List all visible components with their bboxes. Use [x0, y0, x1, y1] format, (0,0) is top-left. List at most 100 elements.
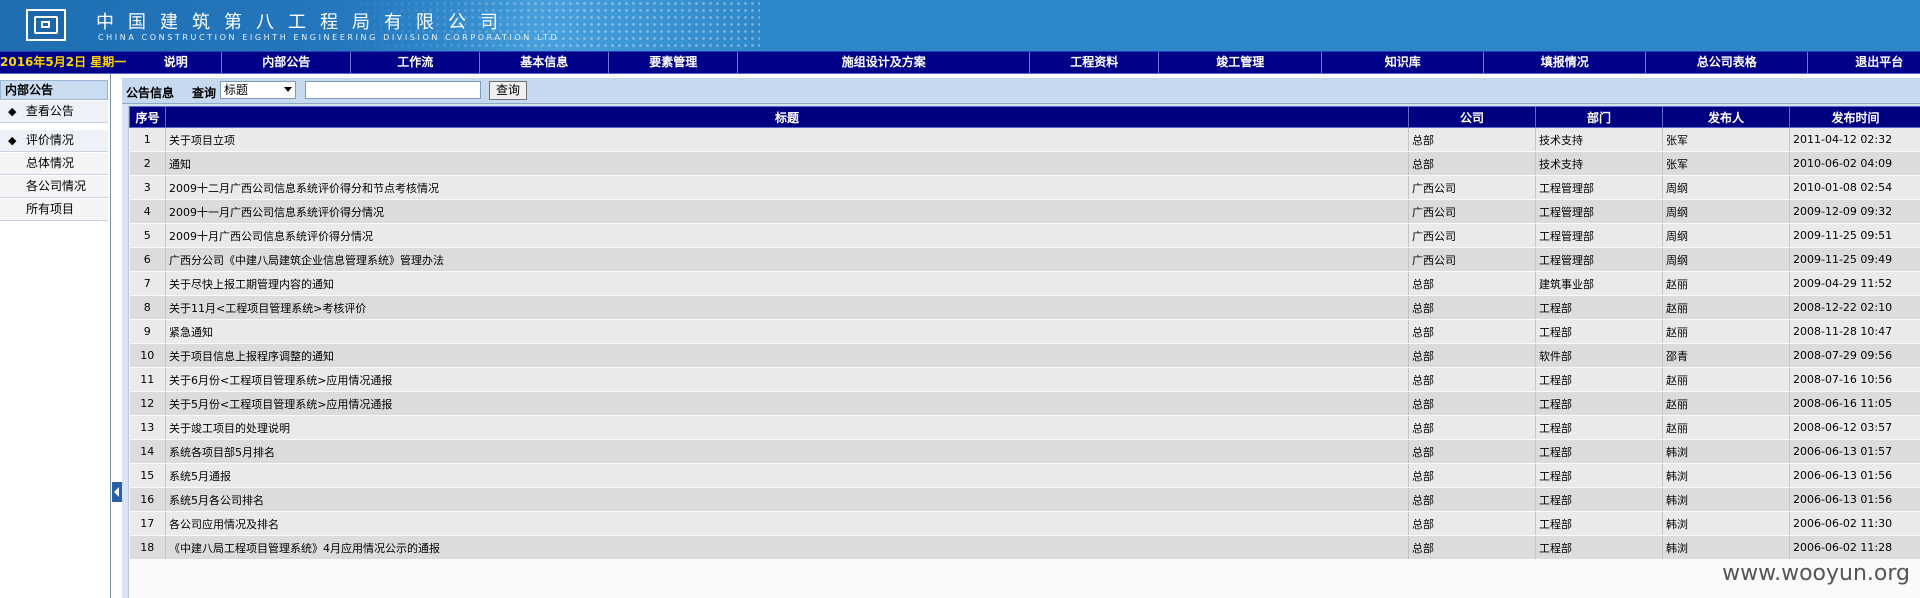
- nav-item-internal-notices[interactable]: 内部公告: [221, 52, 350, 73]
- cell-time: 2009-04-29 11:52: [1789, 271, 1920, 296]
- nav-item-completion[interactable]: 竣工管理: [1158, 52, 1321, 73]
- sidebar-item-overall[interactable]: 总体情况: [0, 153, 108, 175]
- notice-title-link[interactable]: 关于5月份<工程项目管理系统>应用情况通报: [169, 398, 392, 411]
- cell-time: 2009-12-09 09:32: [1789, 199, 1920, 224]
- cell-company: 广西公司: [1408, 175, 1536, 200]
- notice-title-link[interactable]: 关于项目立项: [169, 134, 235, 147]
- table-row: 8 关于11月<工程项目管理系统>考核评价 总部 工程部 赵丽 2008-12-22 02…: [129, 295, 1920, 320]
- notice-title-link[interactable]: 关于6月份<工程项目管理系统>应用情况通报: [169, 374, 392, 387]
- search-field-select[interactable]: 标题: [220, 81, 296, 99]
- search-button[interactable]: 查询: [489, 81, 527, 100]
- cell-publisher: 赵丽: [1662, 271, 1790, 296]
- cell-title: 2009十二月广西公司信息系统评价得分和节点考核情况: [165, 175, 1409, 200]
- cell-publisher: 韩浏: [1662, 535, 1790, 560]
- notice-title-link[interactable]: 系统5月通报: [169, 470, 231, 483]
- cell-department: 建筑事业部: [1535, 271, 1663, 296]
- table-row: 6 广西分公司《中建八局建筑企业信息管理系统》管理办法 广西公司 工程管理部 周纲 200…: [129, 247, 1920, 272]
- header-banner: 中国建筑第八工程局有限公司 CHINA CONSTRUCTION EIGHTH …: [0, 0, 1920, 51]
- sidebar-splitter[interactable]: [110, 74, 111, 598]
- notice-title-link[interactable]: 各公司应用情况及排名: [169, 518, 279, 531]
- column-header-company: 公司: [1408, 106, 1536, 128]
- cell-time: 2008-11-28 10:47: [1789, 319, 1920, 344]
- table-row: 3 2009十二月广西公司信息系统评价得分和节点考核情况 广西公司 工程管理部 周纲 20…: [129, 175, 1920, 200]
- cell-index: 3: [129, 175, 166, 200]
- notice-title-link[interactable]: 系统5月各公司排名: [169, 494, 264, 507]
- nav-item-logout[interactable]: 退出平台: [1807, 52, 1920, 73]
- notice-title-link[interactable]: 2009十一月广西公司信息系统评价得分情况: [169, 206, 384, 219]
- table-row: 17 各公司应用情况及排名 总部 工程部 韩浏 2006-06-02 11:30: [129, 511, 1920, 536]
- notice-title-link[interactable]: 关于竣工项目的处理说明: [169, 422, 290, 435]
- cell-time: 2011-04-12 02:32: [1789, 127, 1920, 152]
- cell-publisher: 赵丽: [1662, 367, 1790, 392]
- nav-item-knowledge-base[interactable]: 知识库: [1321, 52, 1483, 73]
- cell-index: 5: [129, 223, 166, 248]
- notice-title-link[interactable]: 《中建八局工程项目管理系统》4月应用情况公示的通报: [169, 542, 440, 555]
- notice-title-link[interactable]: 紧急通知: [169, 326, 213, 339]
- cell-index: 9: [129, 319, 166, 344]
- cell-company: 总部: [1408, 415, 1536, 440]
- sidebar-item-evaluation[interactable]: ◆ 评价情况: [0, 130, 108, 152]
- notice-title-link[interactable]: 2009十二月广西公司信息系统评价得分和节点考核情况: [169, 182, 439, 195]
- company-logo-icon: [26, 9, 66, 41]
- cell-index: 8: [129, 295, 166, 320]
- cell-department: 工程部: [1535, 511, 1663, 536]
- cell-publisher: 邵青: [1662, 343, 1790, 368]
- search-toolbar: 公告信息 查询 标题 查询: [122, 78, 1920, 104]
- cell-time: 2006-06-02 11:28: [1789, 535, 1920, 560]
- table-header-row: 序号 标题 公司 部门 发布人 发布时间: [129, 106, 1920, 128]
- cell-company: 总部: [1408, 463, 1536, 488]
- cell-time: 2008-06-12 03:57: [1789, 415, 1920, 440]
- cell-publisher: 周纲: [1662, 223, 1790, 248]
- notice-title-link[interactable]: 关于11月<工程项目管理系统>考核评价: [169, 302, 366, 315]
- cell-title: 关于5月份<工程项目管理系统>应用情况通报: [165, 391, 1409, 416]
- nav-item-basic-info[interactable]: 基本信息: [479, 52, 608, 73]
- notice-title-link[interactable]: 2009十月广西公司信息系统评价得分情况: [169, 230, 373, 243]
- cell-index: 18: [129, 535, 166, 560]
- cell-time: 2010-01-08 02:54: [1789, 175, 1920, 200]
- nav-item-reporting[interactable]: 填报情况: [1483, 52, 1645, 73]
- cell-publisher: 赵丽: [1662, 415, 1790, 440]
- cell-title: 关于6月份<工程项目管理系统>应用情况通报: [165, 367, 1409, 392]
- notice-title-link[interactable]: 系统各项目部5月排名: [169, 446, 275, 459]
- cell-time: 2006-06-02 11:30: [1789, 511, 1920, 536]
- collapse-sidebar-icon[interactable]: [112, 482, 122, 502]
- cell-company: 总部: [1408, 367, 1536, 392]
- nav-item-construction-design[interactable]: 施组设计及方案: [737, 52, 1029, 73]
- column-header-publisher: 发布人: [1662, 106, 1790, 128]
- sidebar-item-all-projects[interactable]: 所有项目: [0, 199, 108, 221]
- nav-item-workflow[interactable]: 工作流: [350, 52, 479, 73]
- cell-department: 工程部: [1535, 487, 1663, 512]
- cell-company: 总部: [1408, 511, 1536, 536]
- nav-item-hq-forms[interactable]: 总公司表格: [1645, 52, 1807, 73]
- table-row: 11 关于6月份<工程项目管理系统>应用情况通报 总部 工程部 赵丽 2008-07-16…: [129, 367, 1920, 392]
- cell-department: 工程部: [1535, 415, 1663, 440]
- sidebar-title: 内部公告: [0, 80, 108, 100]
- cell-time: 2006-06-13 01:56: [1789, 463, 1920, 488]
- notice-title-link[interactable]: 通知: [169, 158, 191, 171]
- cell-title: 2009十月广西公司信息系统评价得分情况: [165, 223, 1409, 248]
- table-row: 15 系统5月通报 总部 工程部 韩浏 2006-06-13 01:56: [129, 463, 1920, 488]
- notice-title-link[interactable]: 关于项目信息上报程序调整的通知: [169, 350, 334, 363]
- column-header-index: 序号: [129, 106, 166, 128]
- cell-publisher: 张军: [1662, 151, 1790, 176]
- sidebar-item-view-notices[interactable]: ◆ 查看公告: [0, 101, 108, 123]
- cell-publisher: 韩浏: [1662, 439, 1790, 464]
- notice-title-link[interactable]: 广西分公司《中建八局建筑企业信息管理系统》管理办法: [169, 254, 444, 267]
- nav-item-project-docs[interactable]: 工程资料: [1029, 52, 1158, 73]
- cell-department: 工程部: [1535, 319, 1663, 344]
- cell-department: 工程管理部: [1535, 247, 1663, 272]
- cell-time: 2008-07-29 09:56: [1789, 343, 1920, 368]
- nav-item-instructions[interactable]: 说明: [130, 52, 221, 73]
- nav-item-elements[interactable]: 要素管理: [608, 52, 737, 73]
- table-row: 4 2009十一月广西公司信息系统评价得分情况 广西公司 工程管理部 周纲 2009-12…: [129, 199, 1920, 224]
- table-row: 10 关于项目信息上报程序调整的通知 总部 软件部 邵青 2008-07-29 09:56: [129, 343, 1920, 368]
- sidebar-item-by-company[interactable]: 各公司情况: [0, 176, 108, 198]
- column-header-title: 标题: [165, 106, 1409, 128]
- cell-publisher: 周纲: [1662, 175, 1790, 200]
- search-input[interactable]: [305, 81, 481, 99]
- cell-publisher: 赵丽: [1662, 391, 1790, 416]
- table-row: 5 2009十月广西公司信息系统评价得分情况 广西公司 工程管理部 周纲 2009-11-…: [129, 223, 1920, 248]
- notice-title-link[interactable]: 关于尽快上报工期管理内容的通知: [169, 278, 334, 291]
- cell-time: 2009-11-25 09:51: [1789, 223, 1920, 248]
- column-header-time: 发布时间: [1789, 106, 1920, 128]
